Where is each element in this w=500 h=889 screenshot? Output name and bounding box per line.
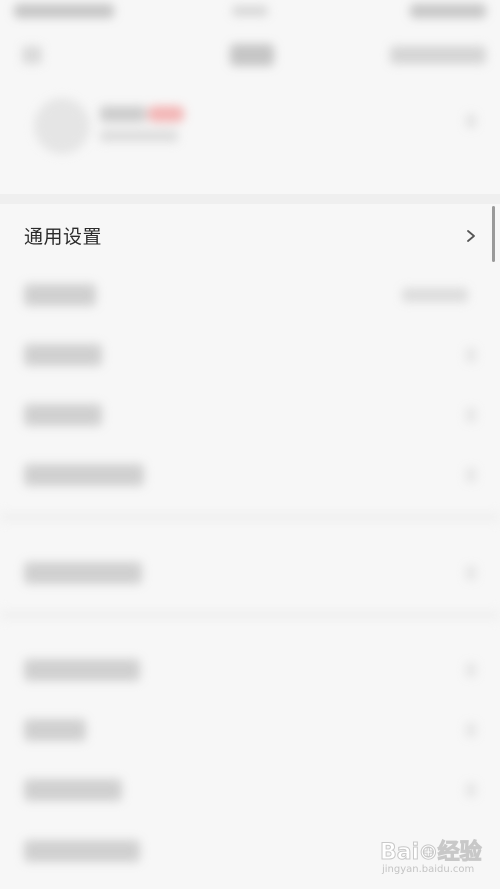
back-arrow-icon[interactable] [22, 46, 42, 64]
settings-item[interactable] [0, 450, 500, 502]
chevron-right-icon [466, 468, 476, 482]
settings-item-general[interactable]: 通用设置 [0, 208, 500, 264]
section-divider [0, 194, 500, 204]
chevron-right-icon [466, 408, 476, 422]
chevron-right-icon [466, 114, 476, 128]
chevron-right-icon [466, 348, 476, 362]
chevron-right-icon [466, 566, 476, 580]
settings-item-value [402, 288, 468, 302]
settings-item[interactable] [0, 330, 500, 382]
watermark-url: jingyan.baidu.com [382, 864, 475, 875]
settings-item-label [24, 779, 122, 801]
settings-item-label [24, 344, 102, 366]
settings-item[interactable] [0, 390, 500, 442]
settings-item-label: 通用设置 [24, 226, 103, 248]
settings-screen: 通用设置 Bai⊕经验 jingyan.baidu.com [0, 0, 500, 889]
settings-item-label [24, 284, 96, 306]
carrier-indicator [14, 4, 114, 18]
nav-right-action[interactable] [390, 46, 486, 64]
account-badge [148, 106, 184, 122]
section-divider [0, 512, 500, 522]
avatar [34, 98, 90, 154]
settings-item[interactable] [0, 548, 500, 600]
watermark: Bai⊕经验 jingyan.baidu.com [380, 830, 492, 882]
settings-item-label [24, 659, 140, 681]
settings-item[interactable] [0, 645, 500, 697]
chevron-right-icon [466, 663, 476, 677]
status-bar [0, 0, 500, 26]
settings-item[interactable] [0, 705, 500, 757]
account-card[interactable] [0, 92, 500, 184]
chevron-right-icon [466, 783, 476, 797]
settings-item-label [24, 464, 144, 486]
scrollbar[interactable] [492, 206, 495, 262]
battery-indicator [410, 4, 486, 18]
section-divider [0, 610, 500, 620]
settings-item-label [24, 404, 102, 426]
settings-item-label [24, 719, 86, 741]
settings-item-label [24, 562, 142, 584]
page-title [230, 44, 274, 66]
chevron-right-icon [467, 230, 475, 242]
watermark-logo: Bai⊕经验 [380, 840, 483, 866]
settings-item-label [24, 840, 140, 862]
account-subtitle [100, 130, 178, 142]
settings-item[interactable] [0, 270, 500, 322]
clock [232, 6, 268, 16]
chevron-right-icon [466, 723, 476, 737]
settings-item[interactable] [0, 765, 500, 817]
nav-bar [0, 30, 500, 80]
account-name [100, 106, 146, 122]
